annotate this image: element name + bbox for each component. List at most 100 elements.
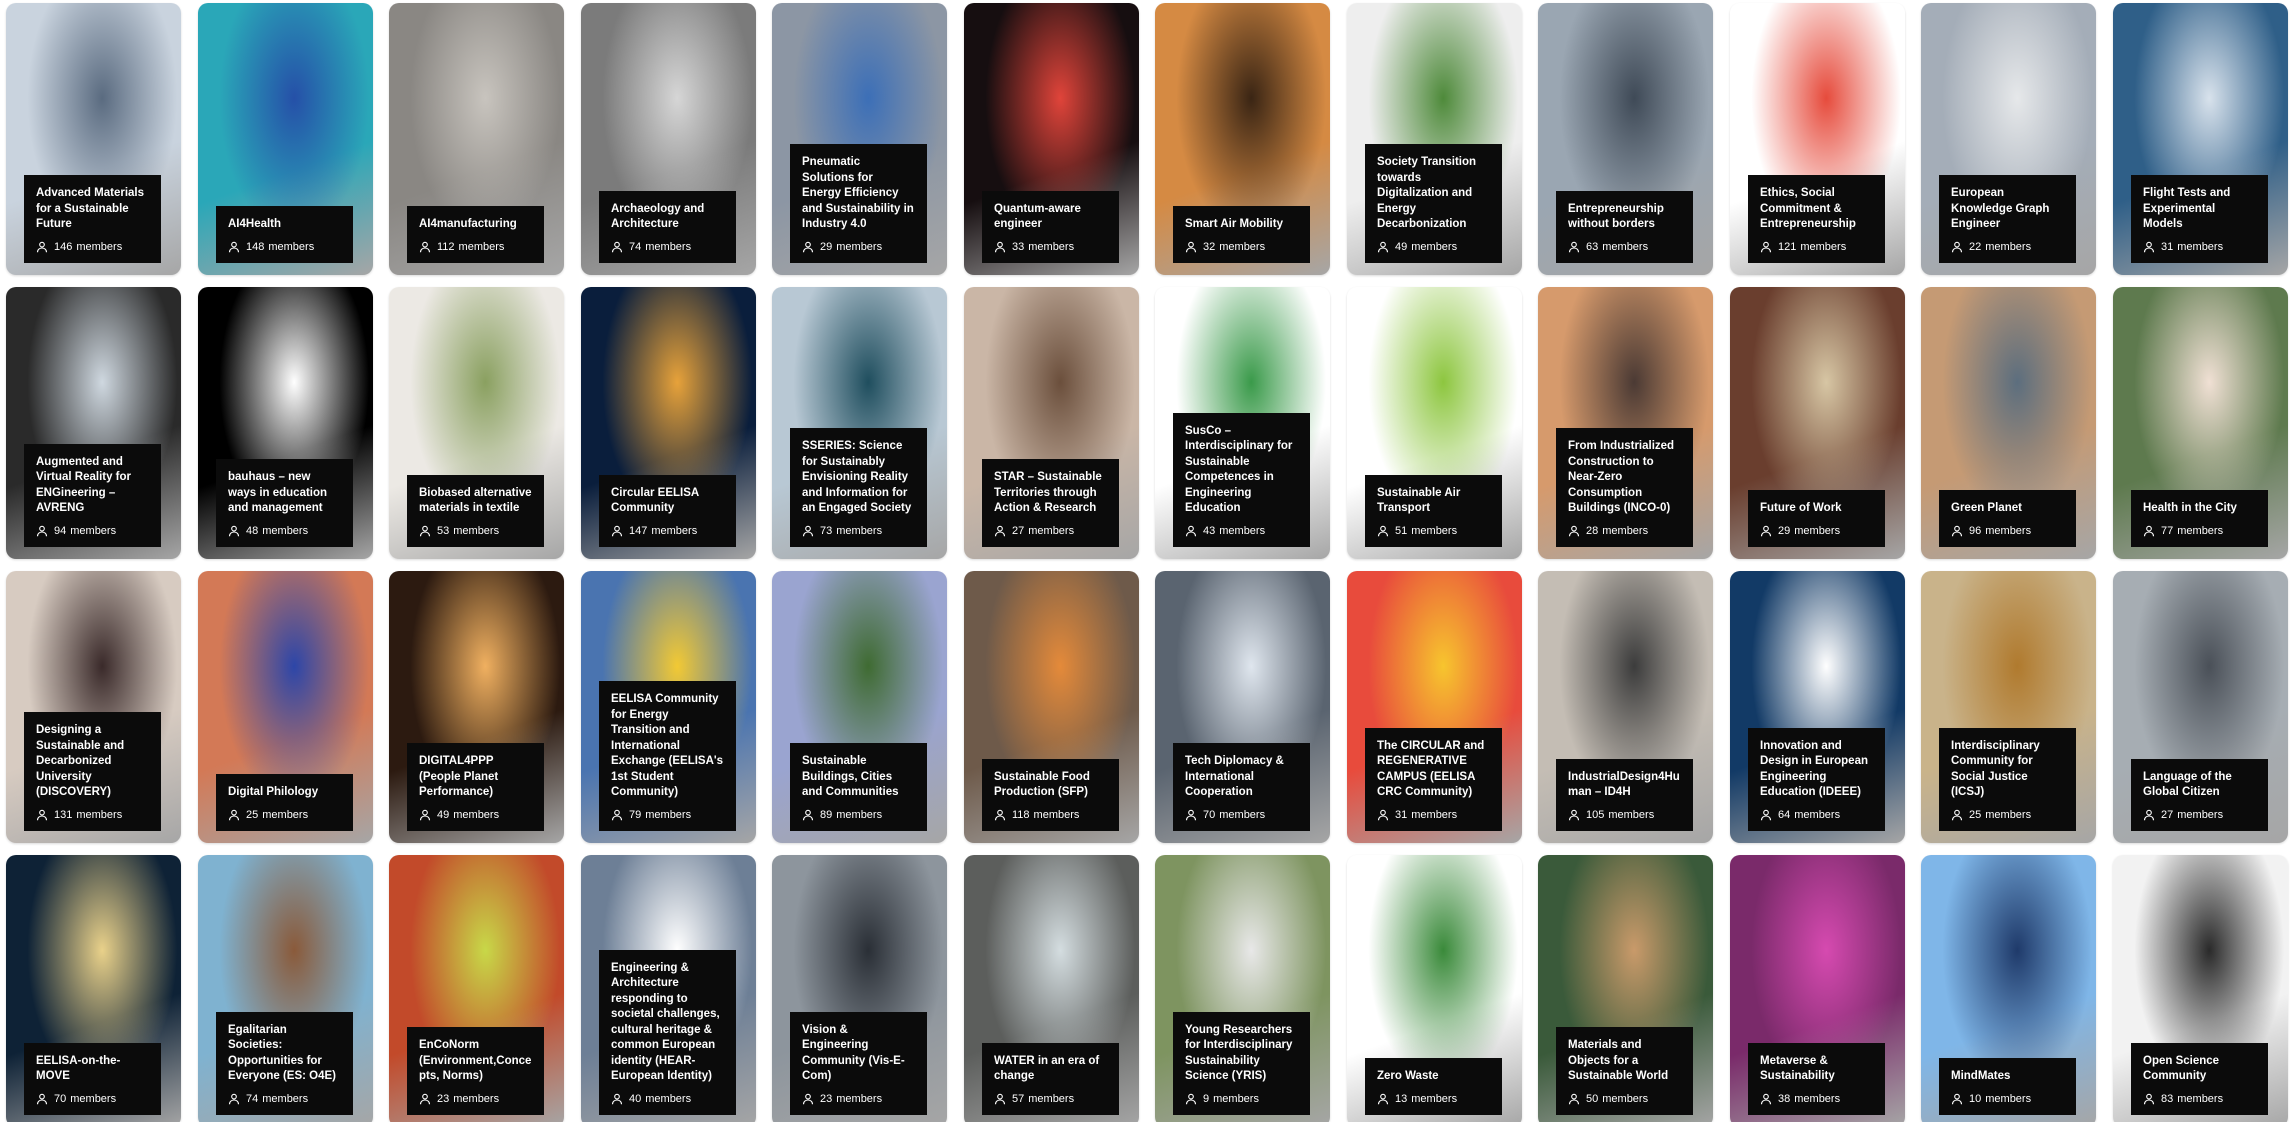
community-card[interactable]: Egalitarian Societies: Opportunities for… bbox=[198, 855, 373, 1122]
community-card[interactable]: Society Transition towards Digitalizatio… bbox=[1347, 3, 1522, 275]
community-card[interactable]: MindMates 10 members bbox=[1921, 855, 2096, 1122]
community-card[interactable]: bauhaus – new ways in education and mana… bbox=[198, 287, 373, 559]
community-title[interactable]: bauhaus – new ways in education and mana… bbox=[228, 470, 341, 517]
community-card[interactable]: Young Researchers for Interdisciplinary … bbox=[1155, 855, 1330, 1122]
member-count: 79 members bbox=[611, 809, 724, 821]
community-title[interactable]: STAR – Sustainable Territories through A… bbox=[994, 470, 1107, 517]
community-card[interactable]: IndustrialDesign4Human – ID4H 105 member… bbox=[1538, 571, 1713, 843]
community-card[interactable]: DIGITAL4PPP (People Planet Performance) … bbox=[389, 571, 564, 843]
community-title[interactable]: EnCoNorm (Environment,Concepts, Norms) bbox=[419, 1038, 532, 1085]
community-card[interactable]: Metaverse & Sustainability 38 members bbox=[1730, 855, 1905, 1122]
community-card[interactable]: Sustainable Air Transport 51 members bbox=[1347, 287, 1522, 559]
community-title[interactable]: Sustainable Food Production (SFP) bbox=[994, 770, 1107, 801]
community-card[interactable]: AI4Health 148 members bbox=[198, 3, 373, 275]
community-title[interactable]: Language of the Global Citizen bbox=[2143, 770, 2256, 801]
community-card[interactable]: Smart Air Mobility 32 members bbox=[1155, 3, 1330, 275]
community-card[interactable]: Green Planet 96 members bbox=[1921, 287, 2096, 559]
community-title[interactable]: Entrepreneurship without borders bbox=[1568, 202, 1681, 233]
community-title[interactable]: Innovation and Design in European Engine… bbox=[1760, 739, 1873, 801]
member-count-value: 49 bbox=[437, 808, 450, 821]
community-card[interactable]: Vision & Engineering Community (Vis-E-Co… bbox=[772, 855, 947, 1122]
community-title[interactable]: Advanced Materials for a Sustainable Fut… bbox=[36, 186, 149, 233]
community-card[interactable]: Archaeology and Architecture 74 members bbox=[581, 3, 756, 275]
community-card[interactable]: SusCo – Interdisciplinary for Sustainabl… bbox=[1155, 287, 1330, 559]
community-title[interactable]: Augmented and Virtual Reality for ENGine… bbox=[36, 455, 149, 517]
community-card[interactable]: Future of Work 29 members bbox=[1730, 287, 1905, 559]
community-card[interactable]: Engineering & Architecture responding to… bbox=[581, 855, 756, 1122]
community-card[interactable]: Augmented and Virtual Reality for ENGine… bbox=[6, 287, 181, 559]
community-title[interactable]: Circular EELISA Community bbox=[611, 486, 724, 517]
community-card[interactable]: Sustainable Buildings, Cities and Commun… bbox=[772, 571, 947, 843]
community-card[interactable]: Flight Tests and Experimental Models 31 … bbox=[2113, 3, 2288, 275]
community-title[interactable]: From Industrialized Construction to Near… bbox=[1568, 439, 1681, 517]
community-title[interactable]: Pneumatic Solutions for Energy Efficienc… bbox=[802, 155, 915, 233]
community-card[interactable]: Digital Philology 25 members bbox=[198, 571, 373, 843]
community-title[interactable]: Young Researchers for Interdisciplinary … bbox=[1185, 1023, 1298, 1085]
community-title[interactable]: DIGITAL4PPP (People Planet Performance) bbox=[419, 754, 532, 801]
community-title[interactable]: SusCo – Interdisciplinary for Sustainabl… bbox=[1185, 424, 1298, 517]
community-card[interactable]: Innovation and Design in European Engine… bbox=[1730, 571, 1905, 843]
community-title[interactable]: Egalitarian Societies: Opportunities for… bbox=[228, 1023, 341, 1085]
community-card[interactable]: SSERIES: Science for Sustainably Envisio… bbox=[772, 287, 947, 559]
community-title[interactable]: European Knowledge Graph Engineer bbox=[1951, 186, 2064, 233]
community-title[interactable]: WATER in an era of change bbox=[994, 1054, 1107, 1085]
community-title[interactable]: Sustainable Air Transport bbox=[1377, 486, 1490, 517]
community-title[interactable]: Smart Air Mobility bbox=[1185, 217, 1298, 233]
community-card[interactable]: Health in the City 77 members bbox=[2113, 287, 2288, 559]
community-title[interactable]: Green Planet bbox=[1951, 501, 2064, 517]
community-title[interactable]: Biobased alternative materials in textil… bbox=[419, 486, 532, 517]
community-card[interactable]: WATER in an era of change 57 members bbox=[964, 855, 1139, 1122]
community-card[interactable]: European Knowledge Graph Engineer 22 mem… bbox=[1921, 3, 2096, 275]
community-title[interactable]: Future of Work bbox=[1760, 501, 1873, 517]
community-card[interactable]: EnCoNorm (Environment,Concepts, Norms) 2… bbox=[389, 855, 564, 1122]
community-title[interactable]: IndustrialDesign4Human – ID4H bbox=[1568, 770, 1681, 801]
community-card[interactable]: Sustainable Food Production (SFP) 118 me… bbox=[964, 571, 1139, 843]
community-card[interactable]: Ethics, Social Commitment & Entrepreneur… bbox=[1730, 3, 1905, 275]
community-title[interactable]: EELISA Community for Energy Transition a… bbox=[611, 692, 724, 801]
community-card[interactable]: Advanced Materials for a Sustainable Fut… bbox=[6, 3, 181, 275]
community-title[interactable]: The CIRCULAR and REGENERATIVE CAMPUS (EE… bbox=[1377, 739, 1490, 801]
community-title[interactable]: Quantum-aware engineer bbox=[994, 202, 1107, 233]
community-title[interactable]: AI4Health bbox=[228, 217, 341, 233]
community-title[interactable]: EELISA-on-the-MOVE bbox=[36, 1054, 149, 1085]
community-card[interactable]: STAR – Sustainable Territories through A… bbox=[964, 287, 1139, 559]
community-title[interactable]: MindMates bbox=[1951, 1069, 2064, 1085]
community-title[interactable]: Sustainable Buildings, Cities and Commun… bbox=[802, 754, 915, 801]
community-title[interactable]: Metaverse & Sustainability bbox=[1760, 1054, 1873, 1085]
community-card[interactable]: Quantum-aware engineer 33 members bbox=[964, 3, 1139, 275]
community-card[interactable]: Pneumatic Solutions for Energy Efficienc… bbox=[772, 3, 947, 275]
community-title[interactable]: Designing a Sustainable and Decarbonized… bbox=[36, 723, 149, 801]
community-card[interactable]: Open Science Community 83 members bbox=[2113, 855, 2288, 1122]
community-title[interactable]: Vision & Engineering Community (Vis-E-Co… bbox=[802, 1023, 915, 1085]
person-icon bbox=[1760, 1093, 1772, 1105]
community-title[interactable]: Archaeology and Architecture bbox=[611, 202, 724, 233]
community-card[interactable]: Materials and Objects for a Sustainable … bbox=[1538, 855, 1713, 1122]
community-title[interactable]: Open Science Community bbox=[2143, 1054, 2256, 1085]
community-title[interactable]: AI4manufacturing bbox=[419, 217, 532, 233]
community-title[interactable]: Ethics, Social Commitment & Entrepreneur… bbox=[1760, 186, 1873, 233]
community-card[interactable]: Interdisciplinary Community for Social J… bbox=[1921, 571, 2096, 843]
community-card[interactable]: Language of the Global Citizen 27 member… bbox=[2113, 571, 2288, 843]
community-card[interactable]: Tech Diplomacy & International Cooperati… bbox=[1155, 571, 1330, 843]
community-title[interactable]: Society Transition towards Digitalizatio… bbox=[1377, 155, 1490, 233]
community-card[interactable]: EELISA Community for Energy Transition a… bbox=[581, 571, 756, 843]
community-card[interactable]: Biobased alternative materials in textil… bbox=[389, 287, 564, 559]
community-card[interactable]: The CIRCULAR and REGENERATIVE CAMPUS (EE… bbox=[1347, 571, 1522, 843]
community-card[interactable]: Entrepreneurship without borders 63 memb… bbox=[1538, 3, 1713, 275]
community-title[interactable]: Engineering & Architecture responding to… bbox=[611, 961, 724, 1085]
community-title[interactable]: Materials and Objects for a Sustainable … bbox=[1568, 1038, 1681, 1085]
community-title[interactable]: SSERIES: Science for Sustainably Envisio… bbox=[802, 439, 915, 517]
community-card[interactable]: Zero Waste 13 members bbox=[1347, 855, 1522, 1122]
community-card[interactable]: Circular EELISA Community 147 members bbox=[581, 287, 756, 559]
member-count-label: members bbox=[1411, 524, 1458, 537]
community-title[interactable]: Flight Tests and Experimental Models bbox=[2143, 186, 2256, 233]
community-card[interactable]: From Industrialized Construction to Near… bbox=[1538, 287, 1713, 559]
community-title[interactable]: Zero Waste bbox=[1377, 1069, 1490, 1085]
community-title[interactable]: Health in the City bbox=[2143, 501, 2256, 517]
community-card[interactable]: Designing a Sustainable and Decarbonized… bbox=[6, 571, 181, 843]
community-card[interactable]: EELISA-on-the-MOVE 70 members bbox=[6, 855, 181, 1122]
community-title[interactable]: Digital Philology bbox=[228, 785, 341, 801]
community-card[interactable]: AI4manufacturing 112 members bbox=[389, 3, 564, 275]
community-title[interactable]: Interdisciplinary Community for Social J… bbox=[1951, 739, 2064, 801]
community-title[interactable]: Tech Diplomacy & International Cooperati… bbox=[1185, 754, 1298, 801]
